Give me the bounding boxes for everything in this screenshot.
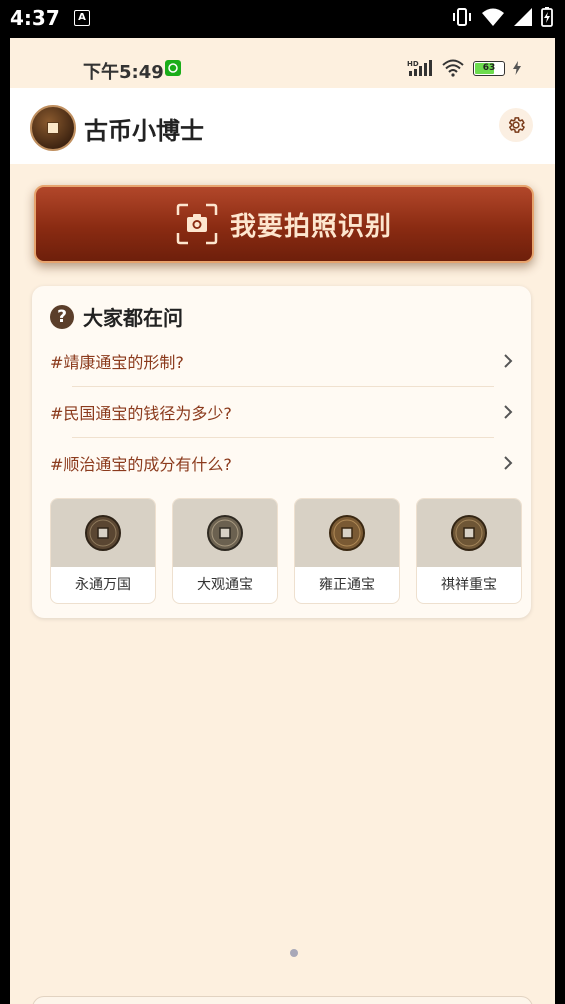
photo-identify-button[interactable]: 我要拍照识别 [34,185,534,263]
question-item[interactable]: #靖康通宝的形制? [50,336,514,386]
battery-charging-icon [541,7,553,27]
wifi-icon [442,59,464,77]
photo-identify-label: 我要拍照识别 [229,211,392,242]
coin-image [51,499,155,567]
coin-name: 永通万国 [75,577,131,593]
system-status-bar: 4:37 A [0,0,565,38]
coin-image [295,499,399,567]
coin-grid: 永通万国 大观通宝 雍正通宝 祺祥重宝 [50,498,522,604]
coin-name: 祺祥重宝 [441,577,497,593]
coin-image [173,499,277,567]
battery-level: 63 [482,62,496,73]
coin-icon [329,515,365,551]
coin-card[interactable]: 雍正通宝 [294,498,400,604]
bottom-card-edge [32,996,533,1004]
camera-scan-icon [176,203,218,245]
chevron-right-icon [504,354,513,368]
status-time: 下午5:49 [83,62,164,83]
app-title: 古币小博士 [84,117,204,145]
app-header: 古币小博士 [10,88,555,164]
coin-card[interactable]: 永通万国 [50,498,156,604]
question-item[interactable]: #顺治通宝的成分有什么? [50,438,514,488]
questions-title: 大家都在问 [83,306,183,330]
coin-image [417,499,521,567]
wechat-notification-icon [165,60,181,76]
gear-icon [508,117,525,133]
page-indicator-dot [290,949,298,957]
system-time: 4:37 [10,6,60,30]
notification-a-icon: A [74,10,90,26]
question-item[interactable]: #民国通宝的钱径为多少? [50,387,514,437]
status-bar: 下午5:49 HD 63 [10,38,555,88]
question-mark-icon: ? [50,304,74,329]
vibrate-icon [453,8,471,26]
svg-text:HD: HD [407,60,419,68]
settings-button[interactable] [499,108,533,142]
coin-logo-icon [30,105,76,151]
coin-name: 雍正通宝 [319,577,375,593]
coin-card[interactable]: 祺祥重宝 [416,498,522,604]
chevron-right-icon [504,405,513,419]
chevron-right-icon [504,456,513,470]
battery-icon: 63 [473,60,505,76]
question-text: #民国通宝的钱径为多少? [50,404,232,423]
hd-signal-icon: HD [407,60,432,76]
coin-icon [451,515,487,551]
questions-card: ? 大家都在问 #靖康通宝的形制? #民国通宝的钱径为多少? #顺治通宝的成分有… [32,286,531,618]
question-text: #顺治通宝的成分有什么? [50,455,232,474]
app-screen: 下午5:49 HD 63 古币小博士 我要拍照识别 ? 大家都在问 #靖康通宝的… [10,38,555,1004]
charging-bolt-icon [513,61,521,75]
signal-icon [514,8,532,26]
question-text: #靖康通宝的形制? [50,353,184,372]
wifi-icon [482,8,504,26]
coin-icon [207,515,243,551]
coin-icon [85,515,121,551]
coin-name: 大观通宝 [197,577,253,593]
coin-card[interactable]: 大观通宝 [172,498,278,604]
